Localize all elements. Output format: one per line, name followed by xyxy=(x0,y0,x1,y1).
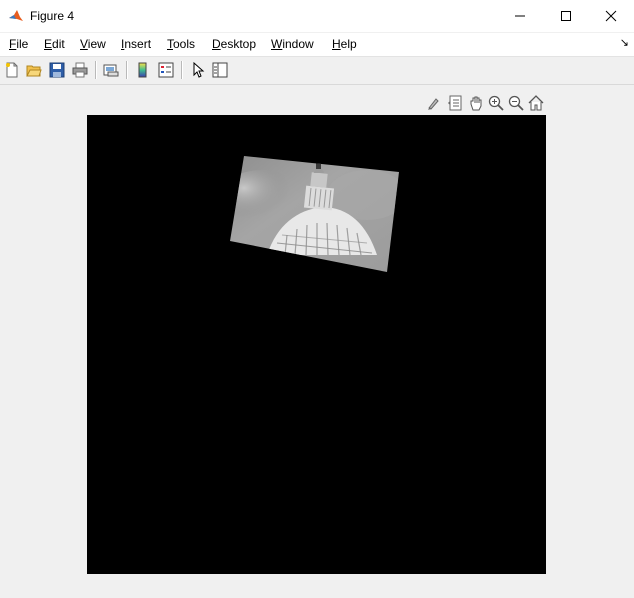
insert-colorbar-button[interactable] xyxy=(133,60,153,80)
link-plot-icon xyxy=(103,64,119,77)
insert-legend-button[interactable] xyxy=(156,60,176,80)
edit-plot-button[interactable] xyxy=(188,60,208,80)
data-tips-icon xyxy=(448,95,462,111)
menu-file[interactable]: File xyxy=(9,37,28,51)
pan-button[interactable] xyxy=(466,93,486,113)
open-file-button[interactable] xyxy=(24,60,44,80)
title-bar: Figure 4 xyxy=(0,0,634,33)
edit-plot-icon xyxy=(193,62,205,78)
insert-legend-icon xyxy=(158,62,174,78)
insert-colorbar-icon xyxy=(138,62,147,78)
zoom-in-button[interactable] xyxy=(486,93,506,113)
brush-icon xyxy=(428,98,439,110)
close-button[interactable] xyxy=(588,0,634,32)
dock-figure-icon[interactable]: ↘ xyxy=(620,36,629,49)
matlab-logo-icon xyxy=(8,8,24,24)
menu-help[interactable]: Help xyxy=(332,37,357,51)
maximize-button[interactable] xyxy=(543,0,589,32)
close-icon xyxy=(605,10,617,22)
print-icon xyxy=(72,62,88,78)
menu-desktop[interactable]: Desktop xyxy=(212,37,256,51)
capitol-photo xyxy=(230,156,399,272)
link-plot-button[interactable] xyxy=(101,60,121,80)
data-tips-button[interactable] xyxy=(445,93,465,113)
menu-window[interactable]: Window xyxy=(271,37,314,51)
menu-edit[interactable]: Edit xyxy=(44,37,65,51)
zoom-in-icon xyxy=(488,95,504,111)
open-file-icon xyxy=(26,65,42,77)
menu-view[interactable]: View xyxy=(80,37,106,51)
open-property-inspector-icon xyxy=(212,62,228,78)
save-icon xyxy=(49,62,65,78)
print-button[interactable] xyxy=(70,60,90,80)
home-icon xyxy=(528,95,544,111)
menu-insert[interactable]: Insert xyxy=(121,37,151,51)
toolbar-separator xyxy=(181,61,183,79)
restore-view-button[interactable] xyxy=(526,93,546,113)
property-inspector-button[interactable] xyxy=(210,60,230,80)
zoom-out-icon xyxy=(508,95,524,111)
save-button[interactable] xyxy=(47,60,67,80)
rotated-image xyxy=(230,156,399,272)
minimize-button[interactable] xyxy=(497,0,543,32)
toolbar-separator xyxy=(126,61,128,79)
image-axes[interactable] xyxy=(87,115,546,574)
window-title: Figure 4 xyxy=(30,9,75,23)
maximize-icon xyxy=(561,11,571,21)
menu-tools[interactable]: Tools xyxy=(167,37,195,51)
zoom-out-button[interactable] xyxy=(506,93,526,113)
new-figure-icon xyxy=(6,62,18,78)
brush-button[interactable] xyxy=(424,93,444,113)
minimize-icon xyxy=(515,15,525,17)
menu-bar: File Edit View Insert Tools Desktop Wind… xyxy=(0,33,634,57)
pan-icon xyxy=(470,96,482,111)
toolbar-separator xyxy=(95,61,97,79)
figure-toolbar xyxy=(0,57,634,85)
new-figure-button[interactable] xyxy=(2,60,22,80)
